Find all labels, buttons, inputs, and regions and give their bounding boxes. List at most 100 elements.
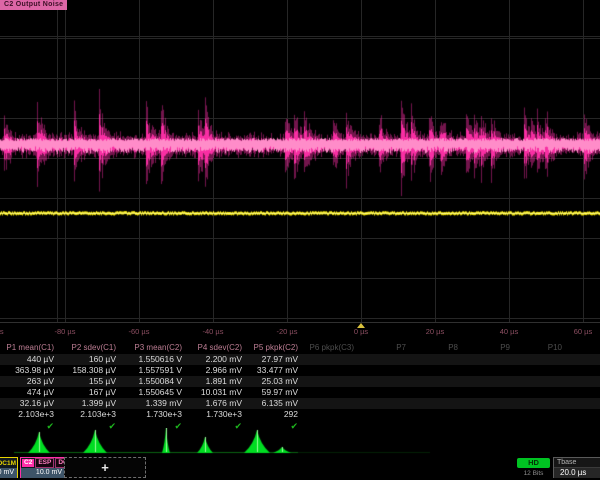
table-cell bbox=[464, 398, 516, 409]
measure-table[interactable]: P1 mean(C1)P2 sdev(C1)P3 mean(C2)P4 sdev… bbox=[0, 340, 600, 432]
table-cell: 27.97 mV bbox=[248, 354, 304, 365]
measurement-trend-strip bbox=[0, 428, 600, 456]
table-cell: 1.557591 V bbox=[122, 365, 188, 376]
table-cell bbox=[360, 376, 412, 387]
table-cell: P11 bbox=[568, 340, 600, 354]
table-cell bbox=[412, 398, 464, 409]
table-cell: P6 pkpk(C3) bbox=[304, 340, 360, 354]
table-cell bbox=[304, 365, 360, 376]
c2-esp-badge: ESP bbox=[35, 458, 54, 468]
table-cell bbox=[304, 354, 360, 365]
table-cell bbox=[568, 354, 600, 365]
table-cell bbox=[304, 387, 360, 398]
table-cell: 2.103e+3 bbox=[60, 409, 122, 420]
table-cell: 32.16 µV bbox=[0, 398, 60, 409]
time-tick-label: -100 µs bbox=[0, 327, 4, 336]
time-tick-label: 60 µs bbox=[574, 327, 593, 336]
table-cell: P4 sdev(C2) bbox=[188, 340, 248, 354]
table-cell bbox=[568, 387, 600, 398]
table-cell bbox=[568, 365, 600, 376]
table-cell: 440 µV bbox=[0, 354, 60, 365]
table-row: 32.16 µV1.399 µV1.339 mV1.676 mV6.135 mV bbox=[0, 398, 600, 409]
table-row: 440 µV160 µV1.550616 V2.200 mV27.97 mV bbox=[0, 354, 600, 365]
plus-icon: + bbox=[101, 460, 109, 475]
table-cell bbox=[516, 376, 568, 387]
timebase-descriptor[interactable]: Tbase 20.0 µs bbox=[553, 457, 600, 478]
time-tick-label: 20 µs bbox=[426, 327, 445, 336]
c2-scale-value: 10.0 mV bbox=[21, 468, 65, 478]
table-cell: 2.200 mV bbox=[188, 354, 248, 365]
table-cell bbox=[464, 354, 516, 365]
table-cell: 2.103e+3 bbox=[0, 409, 60, 420]
table-cell: 1.730e+3 bbox=[122, 409, 188, 420]
timebase-value: 20.0 µs bbox=[554, 468, 600, 478]
table-cell: P2 sdev(C1) bbox=[60, 340, 122, 354]
table-cell: 10.031 mV bbox=[188, 387, 248, 398]
table-cell: 363.98 µV bbox=[0, 365, 60, 376]
oscilloscope-screen: C2 Output Noise -100 µs -80 µs -60 µs -40 µ… bbox=[0, 0, 600, 480]
table-row: 363.98 µV158.308 µV1.557591 V2.966 mV33.… bbox=[0, 365, 600, 376]
descriptor-bar: DC1M 10.0 mV C2 ESP DC1M 10.0 mV + HD 12… bbox=[0, 456, 600, 480]
time-tick-label: -20 µs bbox=[277, 327, 298, 336]
table-cell: P10 bbox=[516, 340, 568, 354]
time-tick-label: -60 µs bbox=[129, 327, 150, 336]
trend-canvas bbox=[0, 428, 600, 456]
table-cell: P9 bbox=[464, 340, 516, 354]
table-cell: 1.891 mV bbox=[188, 376, 248, 387]
c1-scale-value: 10.0 mV bbox=[0, 468, 17, 478]
c1-coupling-label: DC1M bbox=[0, 460, 16, 467]
table-cell: 1.550084 V bbox=[122, 376, 188, 387]
table-row: P1 mean(C1)P2 sdev(C1)P3 mean(C2)P4 sdev… bbox=[0, 340, 600, 354]
table-cell: P1 mean(C1) bbox=[0, 340, 60, 354]
hd-mode-badge[interactable]: HD bbox=[517, 458, 550, 468]
time-tick-label: 40 µs bbox=[500, 327, 519, 336]
table-cell: 158.308 µV bbox=[60, 365, 122, 376]
table-cell: 155 µV bbox=[60, 376, 122, 387]
table-cell bbox=[304, 409, 360, 420]
table-cell: P5 pkpk(C2) bbox=[248, 340, 304, 354]
table-cell bbox=[568, 398, 600, 409]
table-cell: 263 µV bbox=[0, 376, 60, 387]
table-cell: 1.550645 V bbox=[122, 387, 188, 398]
time-tick-label: 0 µs bbox=[354, 327, 368, 336]
table-cell bbox=[464, 365, 516, 376]
time-tick-label: -40 µs bbox=[203, 327, 224, 336]
table-cell bbox=[412, 376, 464, 387]
table-cell bbox=[464, 376, 516, 387]
table-row: 2.103e+32.103e+31.730e+31.730e+3292 bbox=[0, 409, 600, 420]
table-cell: 2.966 mV bbox=[188, 365, 248, 376]
table-cell: 160 µV bbox=[60, 354, 122, 365]
table-cell bbox=[360, 398, 412, 409]
table-row: 474 µV167 µV1.550645 V10.031 mV59.97 mV bbox=[0, 387, 600, 398]
table-cell bbox=[516, 398, 568, 409]
c2-channel-badge: C2 bbox=[22, 459, 34, 467]
table-cell bbox=[516, 387, 568, 398]
table-cell: 1.399 µV bbox=[60, 398, 122, 409]
table-cell: 33.477 mV bbox=[248, 365, 304, 376]
table-cell: P7 bbox=[360, 340, 412, 354]
timebase-label: Tbase bbox=[554, 458, 600, 468]
table-cell: 292 bbox=[248, 409, 304, 420]
time-tick-label: -80 µs bbox=[55, 327, 76, 336]
table-cell: 1.676 mV bbox=[188, 398, 248, 409]
table-cell bbox=[360, 365, 412, 376]
table-cell bbox=[412, 409, 464, 420]
table-cell: 25.03 mV bbox=[248, 376, 304, 387]
table-cell: 1.550616 V bbox=[122, 354, 188, 365]
table-cell: 1.730e+3 bbox=[188, 409, 248, 420]
channel-c2-descriptor[interactable]: C2 ESP DC1M 10.0 mV bbox=[20, 457, 66, 478]
hd-bits-label: 12 Bits bbox=[517, 470, 550, 477]
table-cell: 59.97 mV bbox=[248, 387, 304, 398]
table-cell bbox=[360, 387, 412, 398]
add-trace-button[interactable]: + bbox=[64, 457, 146, 478]
time-axis: -100 µs -80 µs -60 µs -40 µs -20 µs 0 µs 20 µs… bbox=[0, 323, 600, 339]
waveform-grid[interactable]: C2 Output Noise bbox=[0, 0, 600, 323]
table-cell bbox=[464, 387, 516, 398]
table-cell: P8 bbox=[412, 340, 464, 354]
channel-c1-descriptor[interactable]: DC1M 10.0 mV bbox=[0, 457, 18, 478]
trace-annotation-label[interactable]: C2 Output Noise bbox=[0, 0, 67, 10]
table-cell: 474 µV bbox=[0, 387, 60, 398]
table-cell bbox=[304, 376, 360, 387]
table-cell bbox=[360, 354, 412, 365]
table-cell bbox=[516, 409, 568, 420]
